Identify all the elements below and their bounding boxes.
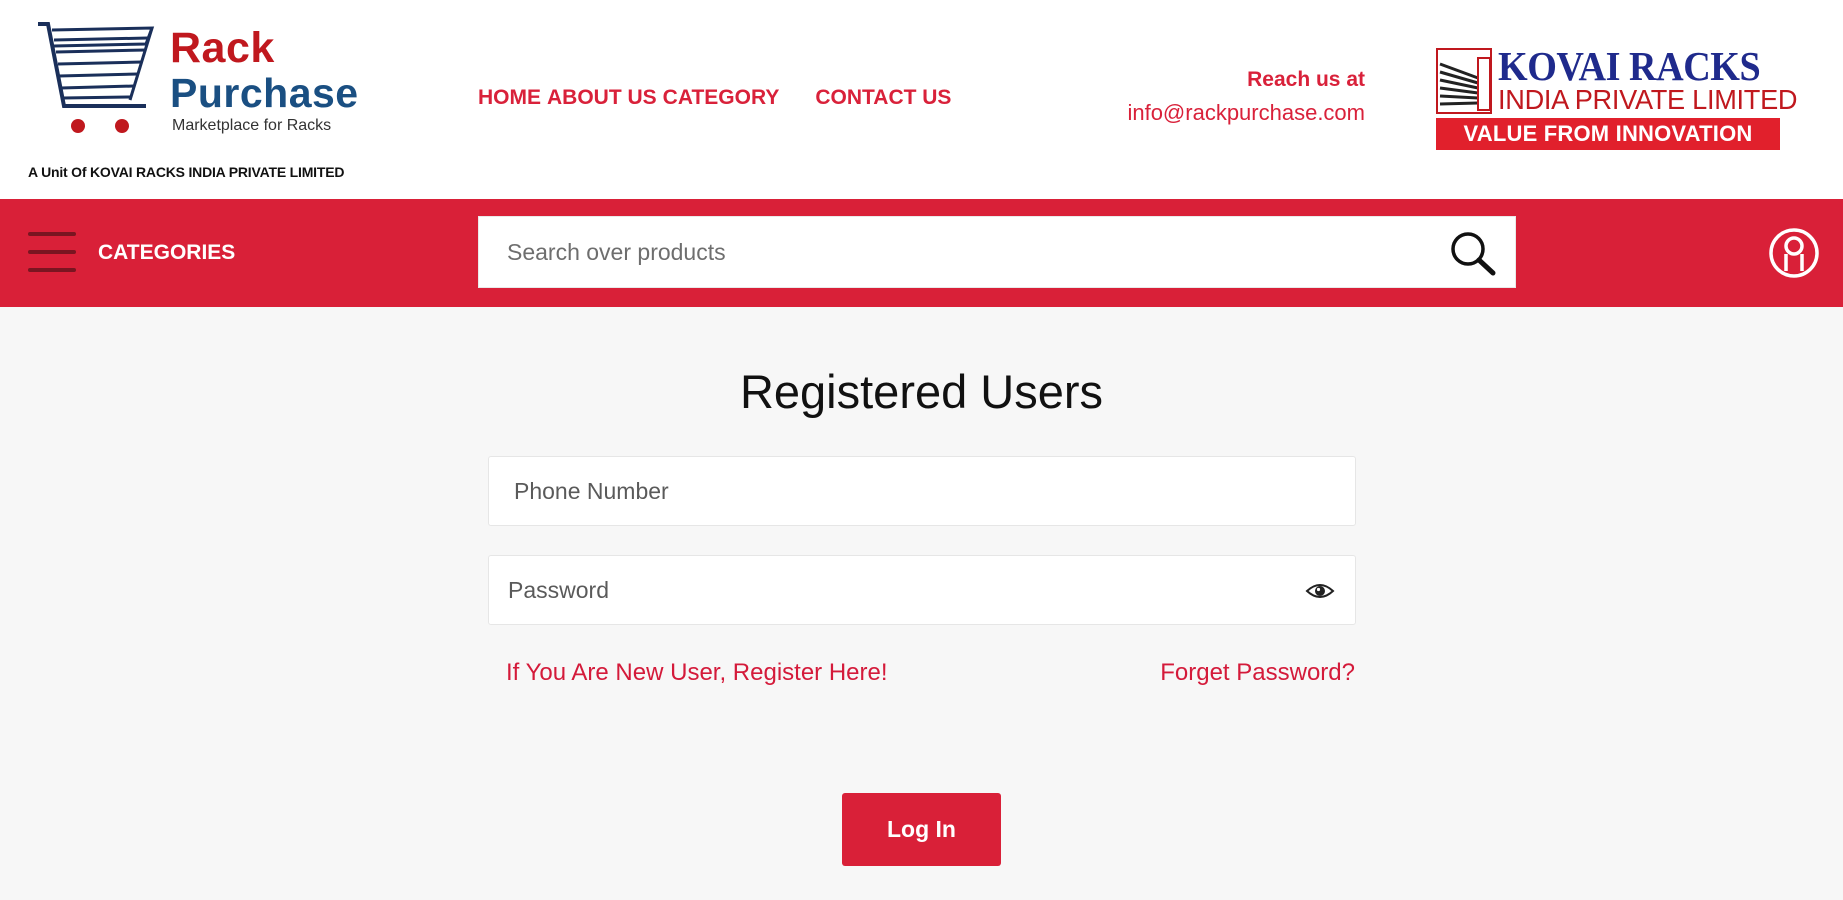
nav-contact-link[interactable]: CONTACT US <box>815 86 951 110</box>
contact-info: Reach us at info@rackpurchase.com <box>1127 68 1365 126</box>
top-navigation: HOME ABOUT US CATEGORY CONTACT US <box>478 86 951 110</box>
login-button[interactable]: Log In <box>842 793 1001 866</box>
brand-tagline: Marketplace for Racks <box>172 117 332 134</box>
nav-home-link[interactable]: HOME <box>478 86 541 110</box>
site-header: Rack Purchase Marketplace for Racks A Un… <box>0 0 1843 199</box>
user-icon[interactable] <box>1768 227 1820 279</box>
brand-name-rack: Rack <box>170 24 275 72</box>
phone-field <box>488 456 1356 526</box>
phone-number-input[interactable] <box>489 457 1355 525</box>
rackpurchase-logo[interactable]: Rack Purchase Marketplace for Racks A Un… <box>28 20 448 190</box>
page-title: Registered Users <box>739 365 1104 418</box>
forgot-password-link[interactable]: Forget Password? <box>1160 659 1355 687</box>
search-input[interactable] <box>479 217 1439 287</box>
nav-about-link[interactable]: ABOUT US <box>547 86 657 110</box>
password-input[interactable] <box>489 556 1355 624</box>
partner-name: KOVAI RACKS <box>1498 43 1761 89</box>
shopping-cart-icon <box>38 22 155 133</box>
register-link[interactable]: If You Are New User, Register Here! <box>506 659 888 687</box>
nav-category-link[interactable]: CATEGORY <box>663 86 780 110</box>
kovai-emblem-icon <box>1436 48 1492 114</box>
search-icon[interactable] <box>1449 230 1497 276</box>
contact-label: Reach us at <box>1247 68 1365 91</box>
brand-unit-text: A Unit Of KOVAI RACKS INDIA PRIVATE LIMI… <box>28 164 345 180</box>
category-search-bar: CATEGORIES <box>0 199 1843 307</box>
partner-subtitle: INDIA PRIVATE LIMITED <box>1498 84 1798 115</box>
partner-slogan: VALUE FROM INNOVATION <box>1436 118 1780 150</box>
contact-email-link[interactable]: info@rackpurchase.com <box>1127 100 1365 126</box>
brand-name-purchase: Purchase <box>170 70 359 116</box>
eye-icon[interactable] <box>1305 580 1335 602</box>
kovai-racks-logo: KOVAI RACKS INDIA PRIVATE LIMITED VALUE … <box>1434 43 1798 152</box>
hamburger-icon[interactable] <box>28 232 76 272</box>
search-box <box>478 216 1516 288</box>
categories-menu-button[interactable]: CATEGORIES <box>98 241 235 265</box>
password-field <box>488 555 1356 625</box>
